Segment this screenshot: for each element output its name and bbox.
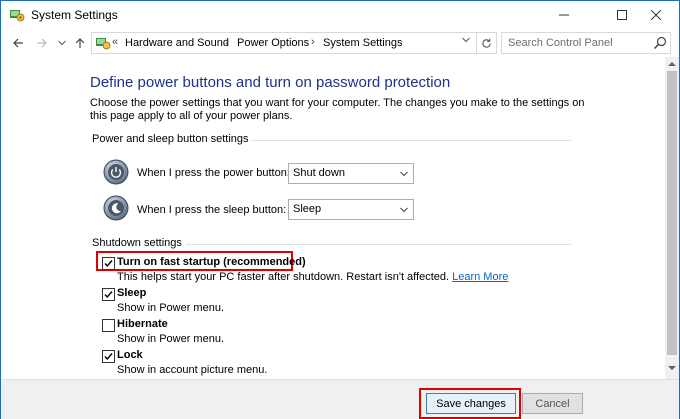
page-description: Choose the power settings that you want … xyxy=(90,97,585,122)
chevron-right-icon[interactable]: › xyxy=(311,36,315,48)
close-button[interactable] xyxy=(633,1,679,29)
breadcrumb-hardware-and-sound[interactable]: Hardware and Sound xyxy=(125,37,229,49)
breadcrumb-system-settings[interactable]: System Settings xyxy=(323,37,402,49)
lock-label[interactable]: Lock xyxy=(117,349,143,361)
up-button[interactable] xyxy=(71,34,89,52)
control-panel-icon xyxy=(96,38,111,50)
fast-startup-label[interactable]: Turn on fast startup (recommended) xyxy=(117,256,306,268)
scroll-down-icon[interactable] xyxy=(668,365,676,371)
sleep-button-action-value: Sleep xyxy=(293,203,322,215)
checkmark-icon xyxy=(104,260,113,268)
recent-locations-button[interactable] xyxy=(53,34,71,52)
power-button-action-value: Shut down xyxy=(293,167,345,179)
scrollbar-thumb[interactable] xyxy=(667,71,677,355)
save-changes-button[interactable]: Save changes xyxy=(426,393,516,414)
system-settings-window: System Settings « Hardware and Sound › P… xyxy=(0,0,680,419)
arrow-right-icon xyxy=(37,38,47,48)
search-box[interactable] xyxy=(501,32,671,54)
maximize-icon xyxy=(617,10,627,20)
power-button-label: When I press the power button: xyxy=(137,167,290,179)
minimize-icon xyxy=(559,14,569,16)
sleep-button-action-select[interactable]: Sleep xyxy=(288,199,414,220)
control-panel-icon xyxy=(10,10,25,22)
hibernate-checkbox[interactable] xyxy=(102,319,115,332)
forward-button[interactable] xyxy=(33,34,51,52)
power-section-title: Power and sleep button settings xyxy=(92,133,249,145)
fast-startup-description-text: This helps start your PC faster after sh… xyxy=(117,271,450,283)
checkmark-icon xyxy=(104,291,113,299)
power-button-action-select[interactable]: Shut down xyxy=(288,163,414,184)
chevron-down-icon xyxy=(400,171,408,177)
vertical-scrollbar[interactable] xyxy=(665,57,679,379)
address-bar: « Hardware and Sound › Power Options › S… xyxy=(1,30,679,56)
sleep-label[interactable]: Sleep xyxy=(117,287,146,299)
search-icon[interactable] xyxy=(653,36,667,50)
window-title: System Settings xyxy=(31,8,118,22)
section-divider xyxy=(186,244,571,245)
refresh-icon xyxy=(482,38,491,48)
main-content: Define power buttons and turn on passwor… xyxy=(1,57,665,379)
power-button-icon xyxy=(103,159,129,185)
minimize-button[interactable] xyxy=(541,1,587,29)
hibernate-description: Show in Power menu. xyxy=(117,333,224,345)
close-icon xyxy=(651,10,661,20)
arrow-up-icon xyxy=(75,38,85,48)
shutdown-section-title: Shutdown settings xyxy=(92,237,182,249)
sleep-checkbox[interactable] xyxy=(102,288,115,301)
chevron-down-icon xyxy=(462,37,470,43)
learn-more-link[interactable]: Learn More xyxy=(452,271,508,283)
sleep-button-label: When I press the sleep button: xyxy=(137,204,287,216)
chevron-down-icon xyxy=(400,207,408,213)
sleep-button-icon xyxy=(103,195,129,221)
scroll-up-icon[interactable] xyxy=(668,61,676,67)
breadcrumb-overflow[interactable]: « xyxy=(112,36,118,48)
back-button[interactable] xyxy=(9,34,27,52)
arrow-left-icon xyxy=(13,38,23,48)
lock-checkbox[interactable] xyxy=(102,350,115,363)
page-title: Define power buttons and turn on passwor… xyxy=(90,74,451,91)
cancel-button[interactable]: Cancel xyxy=(522,393,583,414)
breadcrumb-power-options[interactable]: Power Options xyxy=(237,37,309,49)
section-divider xyxy=(251,140,571,141)
address-history-button[interactable] xyxy=(462,35,470,45)
refresh-button[interactable] xyxy=(477,32,497,54)
sleep-description: Show in Power menu. xyxy=(117,302,224,314)
chevron-right-icon[interactable]: › xyxy=(225,36,229,48)
hibernate-label[interactable]: Hibernate xyxy=(117,318,168,330)
address-field[interactable]: « Hardware and Sound › Power Options › S… xyxy=(91,32,477,54)
search-input[interactable] xyxy=(502,33,652,53)
lock-description: Show in account picture menu. xyxy=(117,364,268,376)
footer-bar: Save changes Cancel xyxy=(1,379,679,419)
fast-startup-description: This helps start your PC faster after sh… xyxy=(117,271,508,283)
checkmark-icon xyxy=(104,353,113,361)
chevron-down-icon xyxy=(58,40,66,46)
title-bar: System Settings xyxy=(1,1,679,29)
fast-startup-checkbox[interactable] xyxy=(102,257,115,270)
